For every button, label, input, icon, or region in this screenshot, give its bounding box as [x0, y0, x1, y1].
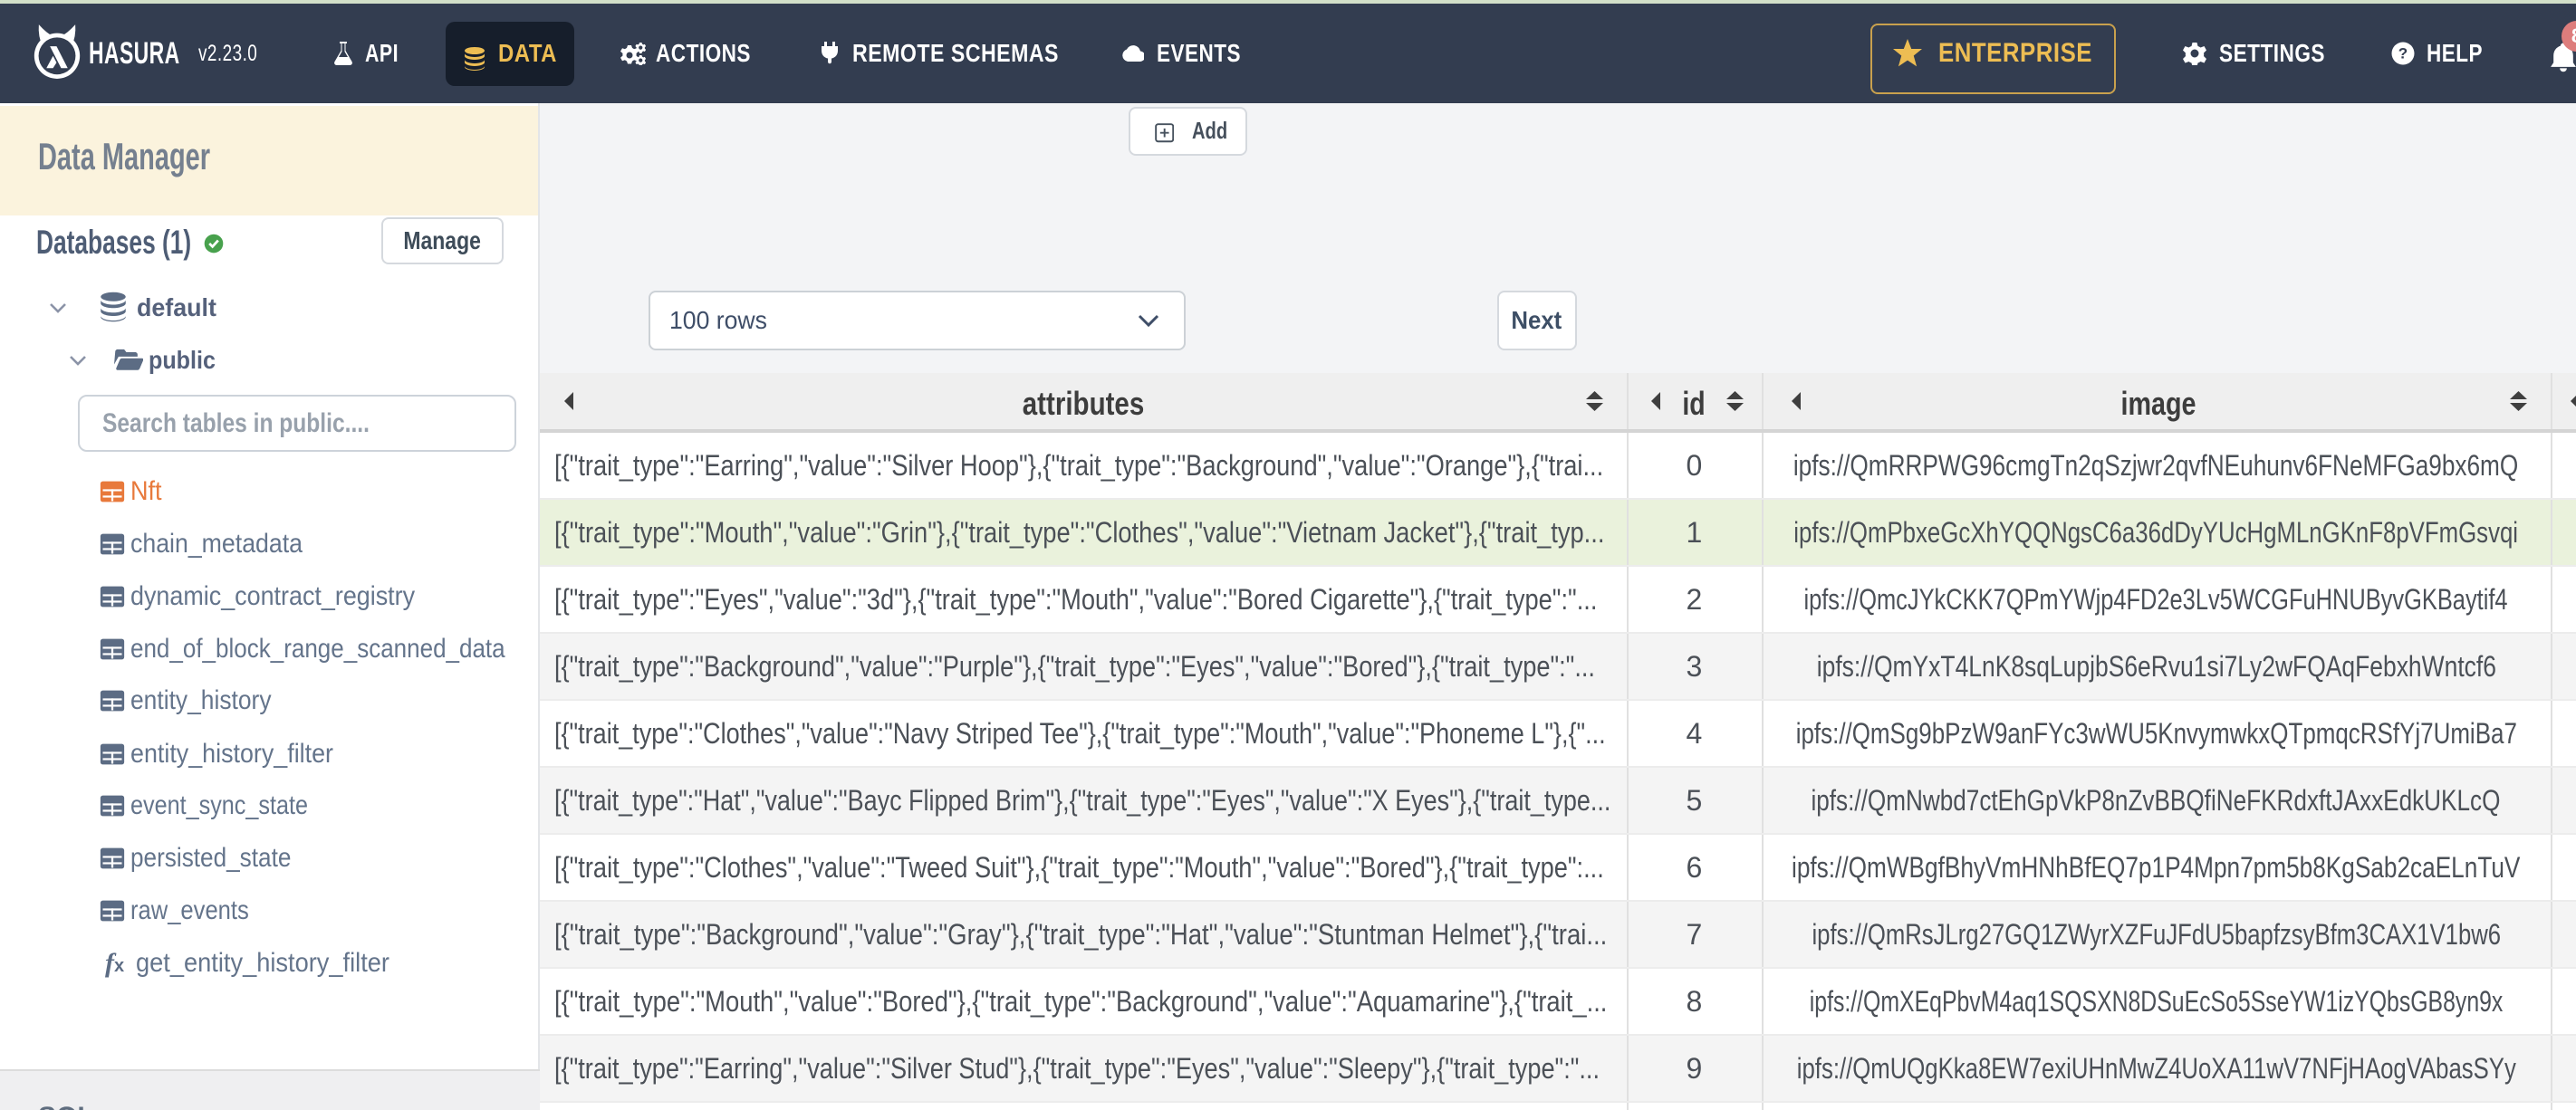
svg-text:?: ? — [2398, 45, 2408, 62]
